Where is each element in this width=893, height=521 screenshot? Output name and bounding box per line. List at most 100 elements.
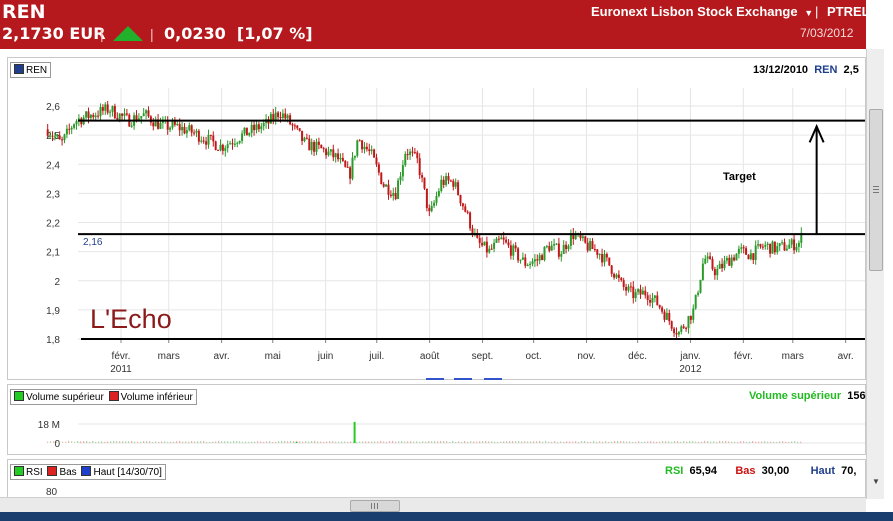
candle-body (464, 206, 467, 212)
rsi-legend[interactable]: RSI Bas Haut [14/30/70] (10, 464, 166, 480)
candle-body (545, 246, 548, 248)
candle-body (301, 130, 304, 142)
candle-body (567, 245, 570, 250)
candle-body (452, 180, 455, 187)
exchange-dropdown[interactable]: Euronext Lisbon Stock Exchange ▼ (591, 4, 813, 19)
candle-body (716, 268, 719, 276)
candle-body (241, 133, 244, 141)
candle-body (327, 151, 330, 156)
candle-body (221, 144, 224, 151)
candle-body (459, 194, 462, 204)
candle-body (641, 290, 644, 295)
candle-body (733, 257, 736, 261)
candle-body (469, 212, 472, 229)
candle-body (178, 124, 181, 131)
candle-body (783, 242, 786, 251)
candle-body (764, 244, 767, 247)
candle-body (245, 127, 248, 136)
candle-body (550, 245, 553, 251)
low-swatch (47, 466, 58, 476)
candle-body (421, 175, 424, 178)
candle-body (118, 113, 121, 120)
candle-body (790, 239, 793, 245)
candle-body (718, 263, 721, 269)
candle-body (514, 245, 517, 249)
horizontal-scrollbar[interactable] (0, 497, 866, 513)
scroll-thumb[interactable] (869, 109, 883, 271)
candle-body (416, 152, 419, 159)
candle-body (313, 142, 316, 152)
candle-body (173, 121, 176, 125)
candle-body (560, 253, 563, 257)
candle-body (610, 265, 613, 274)
candle-body (207, 134, 210, 145)
exchange-label: Euronext Lisbon Stock Exchange (591, 4, 798, 19)
candle-body (113, 106, 116, 119)
candle-body (500, 237, 503, 240)
y-tick-label: 2,3 (46, 189, 60, 200)
candle-body (442, 179, 445, 185)
candle-body (591, 241, 594, 250)
candle-body (613, 273, 616, 278)
scroll-thumb[interactable] (350, 500, 400, 512)
year-label: 2012 (679, 364, 702, 375)
candle-body (622, 280, 625, 287)
candle-body (94, 115, 97, 118)
volume-chart[interactable]: 18 M 0 (8, 385, 865, 454)
candle-body (713, 269, 716, 276)
candle-body (116, 118, 119, 120)
legend-low: Bas (59, 467, 77, 478)
candle-body (723, 260, 726, 269)
candle-body (581, 236, 584, 239)
candle-body (303, 137, 306, 142)
candle-body (253, 124, 256, 131)
candle-body (483, 241, 486, 246)
candle-body (505, 239, 508, 243)
candle-body (449, 180, 452, 182)
ticker-name: REN (2, 1, 46, 23)
separator: | (100, 26, 104, 42)
candle-body (497, 238, 500, 240)
high-value: 70, (841, 465, 857, 477)
scroll-down-icon[interactable]: ▼ (872, 477, 880, 486)
candle-body (639, 289, 642, 295)
candle-body (332, 149, 335, 158)
candle-body (279, 117, 282, 119)
candle-body (365, 146, 368, 150)
candle-body (394, 193, 397, 200)
candle-body (68, 128, 71, 130)
candle-body (236, 142, 239, 144)
candle-body (793, 239, 796, 251)
candle-body (286, 115, 289, 119)
candle-body (75, 120, 78, 125)
candle-body (656, 295, 659, 306)
x-tick-label: déc. (628, 351, 647, 362)
y-tick-label: 1,9 (46, 306, 60, 317)
candle-body (785, 248, 788, 251)
candle-body (488, 248, 491, 253)
candle-body (596, 249, 599, 255)
candle-body (435, 196, 438, 203)
candle-body (125, 113, 128, 115)
candle-body (377, 164, 380, 173)
candle-body (56, 135, 59, 137)
candle-body (346, 166, 349, 168)
candle-body (197, 130, 200, 142)
candle-body (337, 153, 340, 160)
candle-body (361, 140, 364, 150)
x-tick-label: janv. (679, 351, 700, 362)
candle-body (687, 316, 690, 329)
price-change: 0,0230 [1,07 %] (164, 24, 313, 43)
candle-body (644, 290, 647, 296)
x-tick-label: juin (317, 351, 334, 362)
price-chart[interactable]: 2,62,52,42,32,22,121,91,8 févr. mars avr. m… (8, 58, 865, 379)
candle-body (665, 313, 668, 320)
candle-body (63, 134, 66, 141)
candle-body (634, 292, 637, 299)
vertical-scrollbar[interactable]: ▼ (866, 49, 884, 499)
candle-body (461, 203, 464, 207)
candle-body (353, 155, 356, 158)
candle-body (745, 248, 748, 255)
separator: | (815, 4, 819, 19)
candle-body (349, 167, 352, 179)
